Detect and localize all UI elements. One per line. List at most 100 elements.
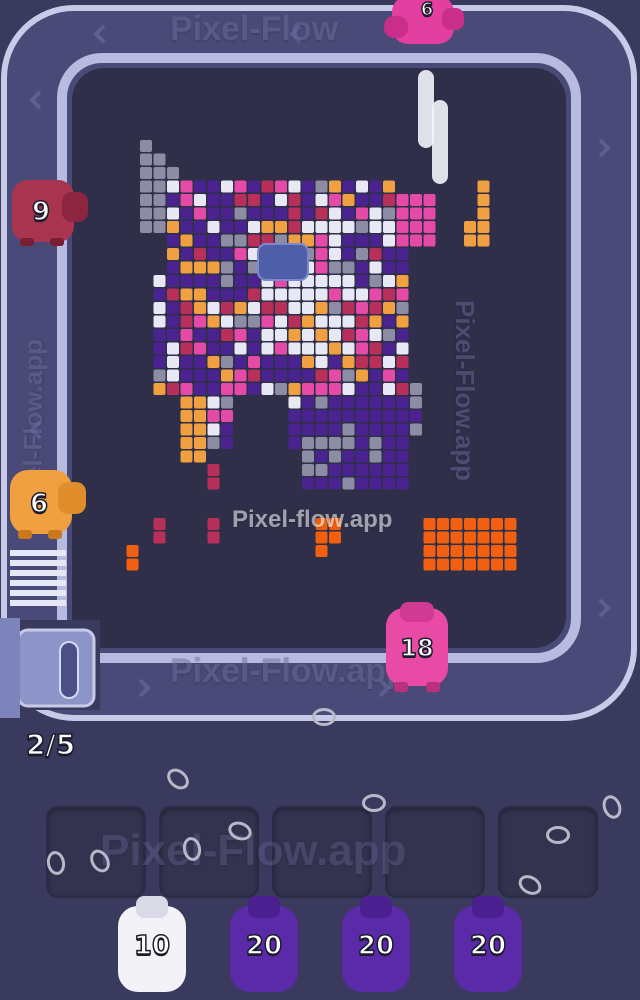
pixel-block — [221, 221, 233, 233]
track-pig-magenta[interactable]: 18 — [384, 602, 450, 694]
pixel-block — [207, 275, 220, 287]
pixel-block — [383, 261, 395, 274]
pixel-block — [369, 288, 382, 301]
pixel-block — [396, 477, 409, 490]
pixel-block — [167, 288, 179, 301]
pixel-block — [423, 545, 436, 557]
pixel-block — [167, 329, 179, 341]
pixel-block — [248, 315, 260, 328]
pixel-block — [302, 315, 314, 328]
pixel-block — [288, 302, 301, 314]
pixel-block — [491, 545, 503, 557]
pixel-block — [167, 356, 179, 368]
pixel-block — [302, 450, 314, 463]
queue-pig-white[interactable]: 10 — [114, 896, 190, 996]
pixel-block — [329, 464, 341, 476]
pixel-block — [194, 194, 206, 206]
pixel-block — [288, 288, 301, 301]
pig-count: 18 — [400, 633, 435, 663]
pixel-block — [383, 275, 395, 287]
pixel-block — [153, 167, 166, 179]
pixel-block — [153, 531, 166, 544]
pixel-block — [194, 329, 206, 341]
pixel-block — [315, 437, 328, 449]
track-pig-orange[interactable]: 6 — [4, 466, 90, 542]
track-pig-pink[interactable]: 6 — [384, 0, 470, 52]
pixel-block — [153, 383, 166, 395]
pixel-block — [342, 396, 355, 409]
pixel-block — [194, 396, 206, 409]
pixel-block — [477, 207, 490, 220]
pixel-block — [288, 329, 301, 341]
pixel-block — [153, 207, 166, 220]
pixel-block — [221, 329, 233, 341]
pixel-block — [288, 194, 301, 206]
pixel-block — [396, 369, 409, 382]
pixel-block — [329, 248, 341, 260]
pixel-block — [180, 248, 193, 260]
pixel-block — [342, 329, 355, 341]
center-watermark: Pixel-flow.app — [232, 506, 393, 533]
pixel-block — [153, 356, 166, 368]
pixel-block — [167, 248, 179, 260]
pixel-block — [315, 450, 328, 463]
pixel-block — [396, 383, 409, 395]
pixel-block — [329, 369, 341, 382]
pixel-block — [315, 288, 328, 301]
pixel-block — [221, 234, 233, 247]
pixel-block — [180, 180, 193, 193]
pixel-block — [234, 288, 247, 301]
pixel-block — [126, 545, 139, 557]
pixel-block — [342, 194, 355, 206]
pixel-block — [396, 450, 409, 463]
pixel-block — [261, 180, 274, 193]
pixel-block — [194, 248, 206, 260]
pixel-block — [504, 518, 517, 530]
pixel-block — [369, 234, 382, 247]
pixel-block — [153, 342, 166, 355]
pixel-block — [477, 558, 490, 571]
queue-pig-purple-3[interactable]: 20 — [450, 896, 526, 996]
pixel-block — [329, 180, 341, 193]
pixel-block — [369, 302, 382, 314]
queue-pig-purple-1[interactable]: 20 — [226, 896, 302, 996]
pixel-block — [140, 207, 152, 220]
pixel-block — [275, 207, 287, 220]
pixel-block — [383, 207, 395, 220]
pixel-block — [410, 221, 422, 233]
pixel-block — [464, 234, 476, 247]
pixel-block — [450, 558, 463, 571]
pixel-block — [221, 369, 233, 382]
pixel-block — [410, 383, 422, 395]
pixel-block — [180, 194, 193, 206]
pixel-block — [383, 248, 395, 260]
pixel-block — [369, 369, 382, 382]
pixel-block — [194, 234, 206, 247]
pixel-block — [221, 315, 233, 328]
pixel-block — [261, 288, 274, 301]
pixel-block — [396, 234, 409, 247]
pixel-art-board — [126, 140, 517, 571]
pixel-block — [153, 275, 166, 287]
pixel-block — [369, 248, 382, 260]
pixel-block — [329, 261, 341, 274]
pixel-block — [369, 261, 382, 274]
pixel-block — [329, 288, 341, 301]
pixel-block — [261, 369, 274, 382]
pixel-block — [221, 410, 233, 422]
pixel-block — [342, 207, 355, 220]
queue-pig-purple-2[interactable]: 20 — [338, 896, 414, 996]
track-pig-maroon[interactable]: 9 — [6, 176, 92, 248]
target-marker — [257, 243, 309, 281]
pixel-block — [410, 234, 422, 247]
pixel-block — [342, 221, 355, 233]
pixel-block — [180, 221, 193, 233]
pixel-block — [234, 356, 247, 368]
pixel-block — [207, 464, 220, 476]
pixel-block — [410, 423, 422, 436]
holding-slot-5[interactable] — [498, 806, 598, 898]
pixel-block — [396, 410, 409, 422]
pixel-block — [207, 396, 220, 409]
pixel-block — [248, 194, 260, 206]
pixel-block — [315, 234, 328, 247]
